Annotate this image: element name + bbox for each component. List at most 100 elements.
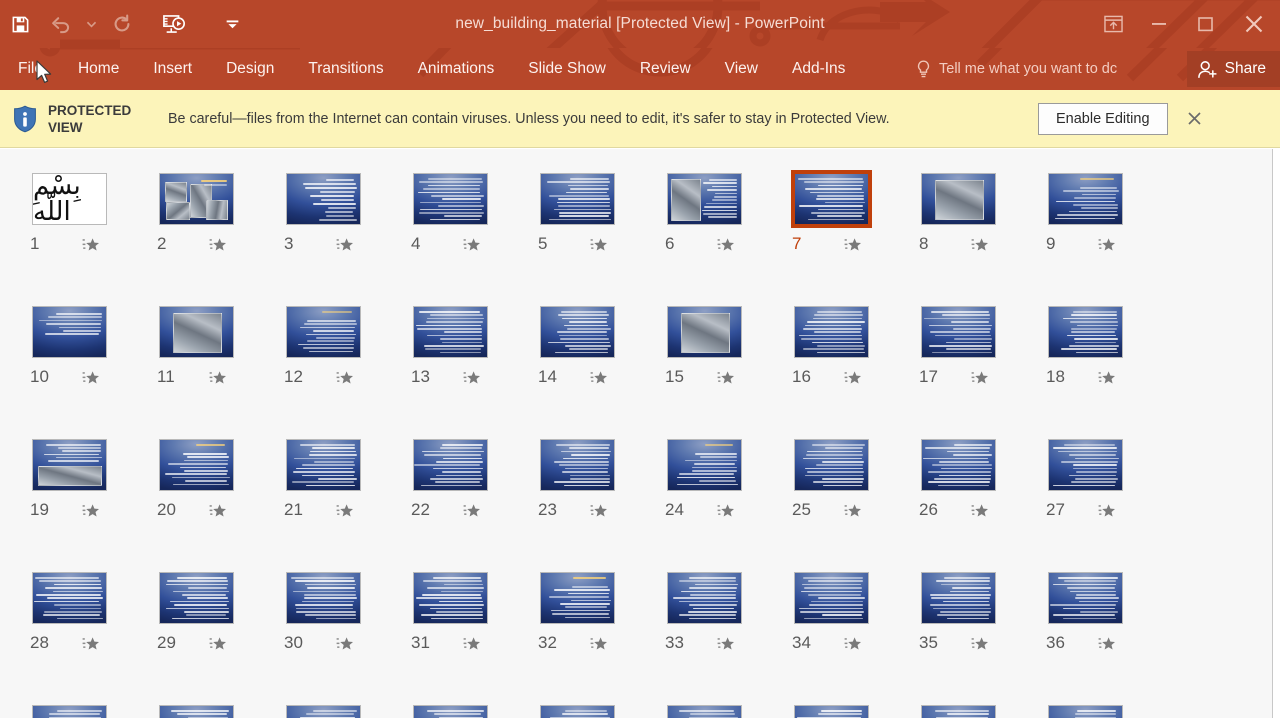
slide-thumbnail-item[interactable]: 13 <box>411 306 509 396</box>
star-icon-wrap[interactable] <box>590 634 609 653</box>
slide-thumbnail[interactable] <box>667 572 742 624</box>
star-icon-wrap[interactable] <box>463 368 482 387</box>
star-icon-wrap[interactable] <box>82 634 101 653</box>
slide-thumbnail-item[interactable]: 30 <box>284 572 382 662</box>
slide-thumbnail[interactable] <box>667 306 742 358</box>
star-icon-wrap[interactable] <box>463 501 482 520</box>
undo-dropdown-button[interactable] <box>80 4 102 44</box>
star-icon-wrap[interactable] <box>844 235 863 254</box>
slide-thumbnail-item[interactable]: 17 <box>919 306 1017 396</box>
star-icon-wrap[interactable] <box>463 235 482 254</box>
slide-thumbnail-item[interactable]: 7 <box>791 170 890 263</box>
slide-thumbnail[interactable] <box>413 306 488 358</box>
slide-thumbnail-item[interactable]: 34 <box>792 572 890 662</box>
star-icon-wrap[interactable] <box>336 235 355 254</box>
slide-thumbnail[interactable] <box>1048 572 1123 624</box>
slide-thumbnail[interactable] <box>286 173 361 225</box>
slide-thumbnail[interactable] <box>540 572 615 624</box>
slide-thumbnail[interactable] <box>413 439 488 491</box>
slide-thumbnail-item[interactable]: 39 <box>286 705 382 718</box>
customize-qat-button[interactable] <box>212 4 252 44</box>
slide-thumbnail[interactable] <box>159 439 234 491</box>
slide-thumbnail-item[interactable]: 6 <box>665 173 763 263</box>
start-from-beginning-button[interactable] <box>154 4 194 44</box>
slide-thumbnail-item[interactable]: 9 <box>1046 173 1144 263</box>
tab-view[interactable]: View <box>708 48 775 90</box>
share-button[interactable]: Share <box>1186 51 1280 87</box>
slide-thumbnail[interactable] <box>159 705 234 718</box>
undo-button[interactable] <box>40 4 80 44</box>
tell-me-search[interactable]: Tell me what you want to dc <box>916 48 1117 90</box>
star-icon-wrap[interactable] <box>971 235 990 254</box>
slide-thumbnail[interactable]: بِسْمِ اللّه <box>32 173 107 225</box>
star-icon-wrap[interactable] <box>209 634 228 653</box>
slide-thumbnail-item[interactable]: 2 <box>157 173 255 263</box>
slide-thumbnail-item[interactable]: 21 <box>284 439 382 529</box>
star-icon-wrap[interactable] <box>82 235 101 254</box>
star-icon-wrap[interactable] <box>209 501 228 520</box>
slide-thumbnail-item[interactable]: 32 <box>538 572 636 662</box>
slide-thumbnail[interactable] <box>794 306 869 358</box>
star-icon-wrap[interactable] <box>717 235 736 254</box>
slide-thumbnail[interactable] <box>921 439 996 491</box>
slide-thumbnail-item[interactable]: 43 <box>794 705 890 718</box>
slide-thumbnail[interactable] <box>286 306 361 358</box>
tab-animations[interactable]: Animations <box>401 48 512 90</box>
star-icon-wrap[interactable] <box>971 634 990 653</box>
star-icon-wrap[interactable] <box>463 634 482 653</box>
slide-thumbnail[interactable] <box>1048 705 1123 718</box>
slide-thumbnail-item[interactable]: 20 <box>157 439 255 529</box>
slide-thumbnail-item[interactable]: 14 <box>538 306 636 396</box>
star-icon-wrap[interactable] <box>844 634 863 653</box>
slide-thumbnail-item[interactable]: 11 <box>157 306 255 396</box>
slide-thumbnail-item[interactable]: 36 <box>1046 572 1144 662</box>
star-icon-wrap[interactable] <box>82 368 101 387</box>
slide-thumbnail[interactable] <box>1048 173 1123 225</box>
ribbon-display-options-button[interactable] <box>1090 4 1136 44</box>
star-icon-wrap[interactable] <box>717 634 736 653</box>
slide-thumbnail-item[interactable]: 18 <box>1046 306 1144 396</box>
slide-thumbnail[interactable] <box>413 173 488 225</box>
slide-thumbnail[interactable] <box>159 173 234 225</box>
slide-thumbnail[interactable] <box>921 306 996 358</box>
star-icon-wrap[interactable] <box>209 368 228 387</box>
slide-thumbnail[interactable] <box>794 705 869 718</box>
star-icon-wrap[interactable] <box>590 235 609 254</box>
slide-thumbnail-item[interactable]: 12 <box>284 306 382 396</box>
slide-thumbnail-item[interactable]: 22 <box>411 439 509 529</box>
slide-thumbnail-item[interactable]: 19 <box>30 439 128 529</box>
star-icon-wrap[interactable] <box>336 634 355 653</box>
slide-thumbnail[interactable] <box>159 572 234 624</box>
slide-thumbnail[interactable] <box>540 173 615 225</box>
vertical-scrollbar[interactable] <box>1273 149 1280 718</box>
slide-thumbnail[interactable] <box>921 705 996 718</box>
slide-thumbnail-item[interactable]: 16 <box>792 306 890 396</box>
slide-thumbnail[interactable] <box>667 173 742 225</box>
maximize-button[interactable] <box>1182 4 1228 44</box>
star-icon-wrap[interactable] <box>971 501 990 520</box>
slide-thumbnail[interactable] <box>32 439 107 491</box>
star-icon-wrap[interactable] <box>844 501 863 520</box>
slide-thumbnail-item[interactable]: 42 <box>667 705 763 718</box>
tab-transitions[interactable]: Transitions <box>291 48 400 90</box>
slide-thumbnail-item[interactable]: 26 <box>919 439 1017 529</box>
slide-thumbnail[interactable] <box>413 705 488 718</box>
slide-thumbnail[interactable] <box>794 439 869 491</box>
star-icon-wrap[interactable] <box>336 501 355 520</box>
tab-insert[interactable]: Insert <box>136 48 209 90</box>
star-icon-wrap[interactable] <box>82 501 101 520</box>
slide-thumbnail[interactable] <box>667 439 742 491</box>
slide-thumbnail-item[interactable]: 28 <box>30 572 128 662</box>
slide-thumbnail[interactable] <box>921 572 996 624</box>
slide-thumbnail-item[interactable]: 5 <box>538 173 636 263</box>
star-icon-wrap[interactable] <box>1098 368 1117 387</box>
star-icon-wrap[interactable] <box>971 368 990 387</box>
slide-thumbnail-item[interactable]: بِسْمِ اللّه 1 <box>30 173 128 263</box>
slide-thumbnail[interactable] <box>159 306 234 358</box>
slide-thumbnail-item[interactable]: 27 <box>1046 439 1144 529</box>
slide-thumbnail-item[interactable]: 29 <box>157 572 255 662</box>
slide-thumbnail[interactable] <box>286 705 361 718</box>
slide-thumbnail[interactable] <box>32 705 107 718</box>
star-icon-wrap[interactable] <box>717 368 736 387</box>
slide-thumbnail[interactable] <box>791 170 872 228</box>
